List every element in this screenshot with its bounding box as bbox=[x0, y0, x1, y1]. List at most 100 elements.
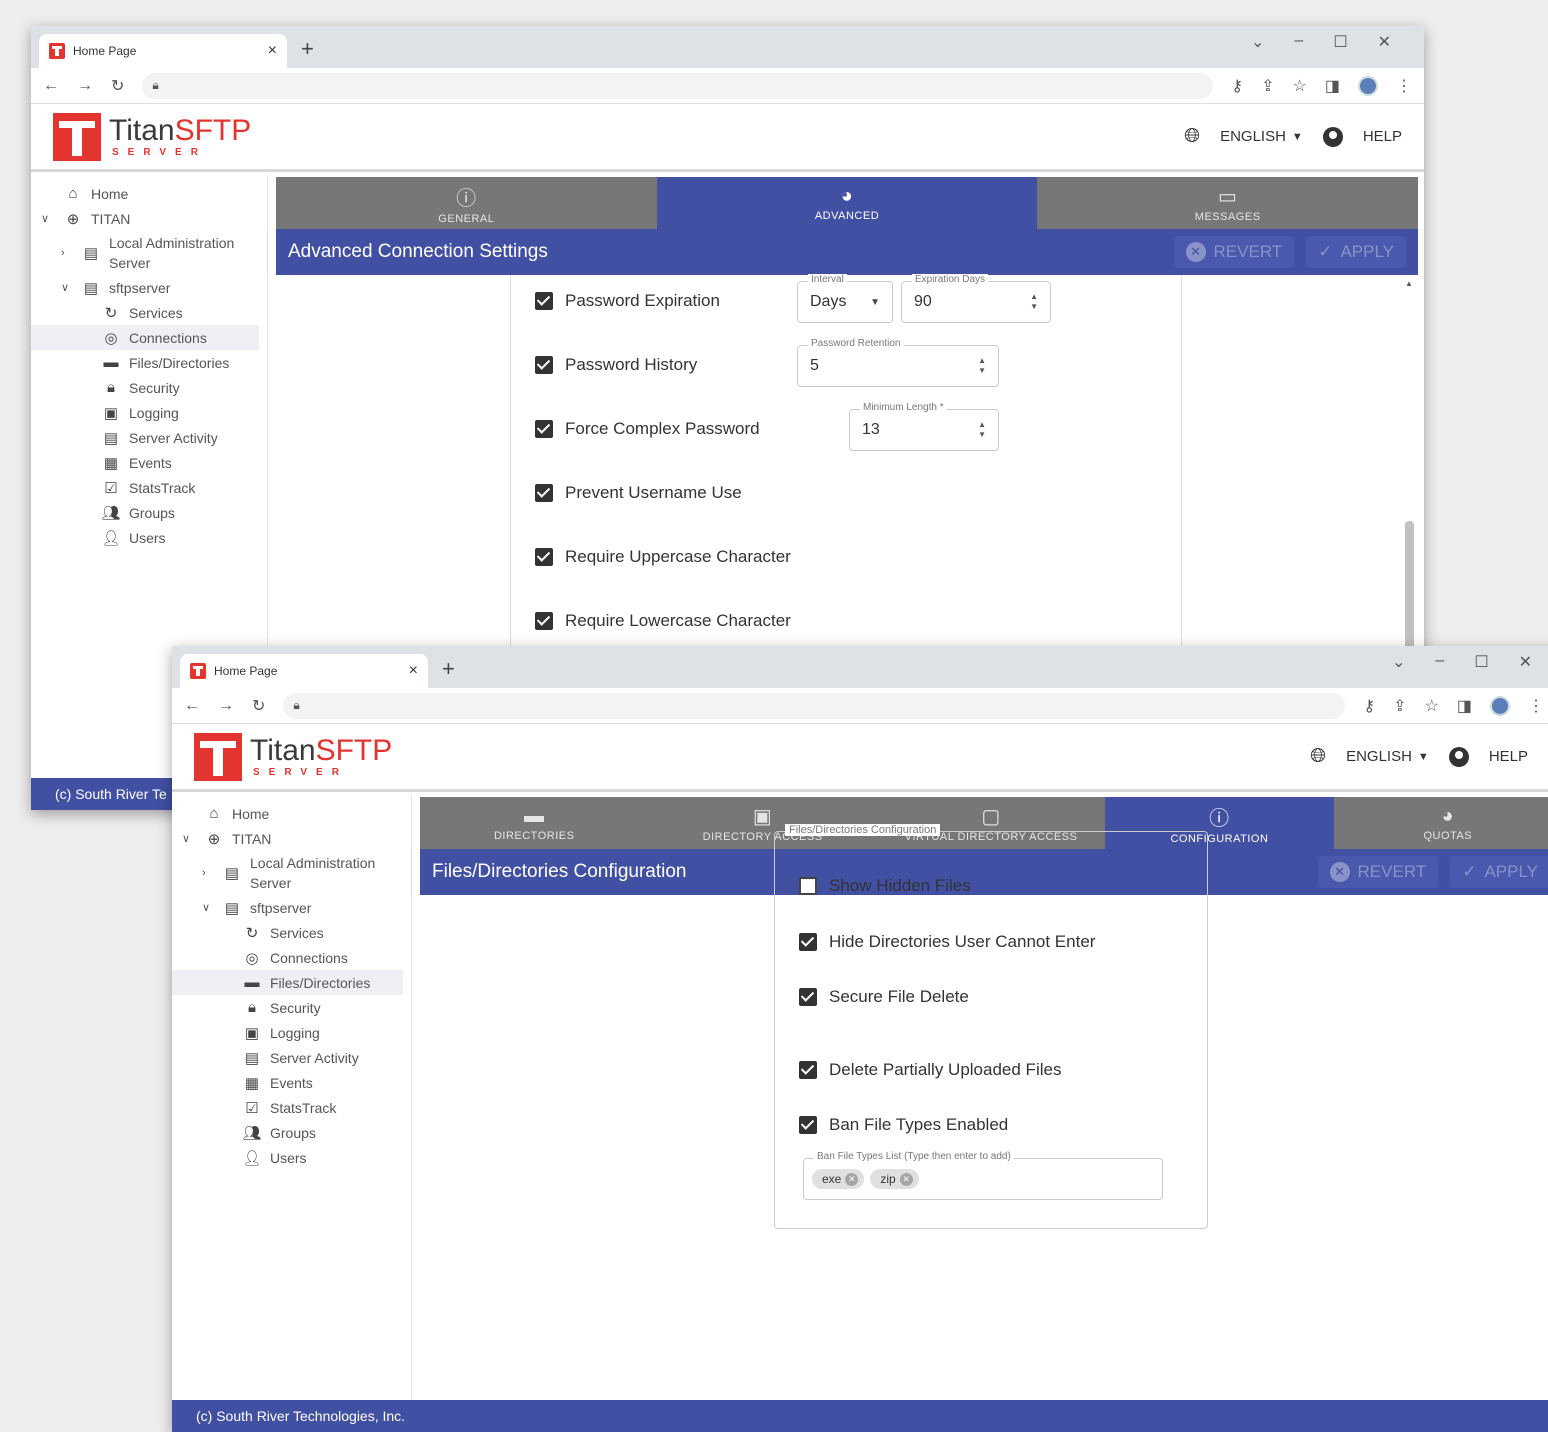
new-tab-icon[interactable]: + bbox=[301, 36, 314, 62]
nav-item-titan[interactable]: ∨ ⊕ TITAN bbox=[31, 206, 267, 231]
nav-item-connections[interactable]: ◎ Connections bbox=[172, 945, 411, 970]
nav-item-events[interactable]: ▦ Events bbox=[31, 450, 267, 475]
menu-icon[interactable]: ⋮ bbox=[1528, 696, 1544, 716]
sidepanel-icon[interactable]: ◨ bbox=[1457, 696, 1472, 716]
nav-item-home[interactable]: ⌂ Home bbox=[172, 801, 411, 826]
language-globe-icon[interactable]: 🌐︎ bbox=[1184, 125, 1200, 148]
ban-file-types-input[interactable]: Ban File Types List (Type then enter to … bbox=[803, 1151, 1163, 1200]
help-link[interactable]: HELP bbox=[1363, 128, 1402, 145]
nav-item-security[interactable]: 🔒︎ Security bbox=[172, 995, 411, 1020]
browser-tab[interactable]: Home Page × bbox=[180, 654, 428, 688]
close-window-icon[interactable]: ✕ bbox=[1519, 652, 1532, 672]
nav-item-security[interactable]: 🔒︎ Security bbox=[31, 375, 267, 400]
option-force-complex[interactable]: Force Complex Password bbox=[535, 419, 760, 439]
option-secure-file-delete[interactable]: Secure File Delete bbox=[799, 987, 969, 1007]
apply-button[interactable]: ✓ APPLY bbox=[1306, 236, 1406, 268]
tab-quotas[interactable]: ◕ QUOTAS bbox=[1333, 797, 1548, 849]
checkbox-unchecked[interactable] bbox=[799, 877, 817, 895]
checkbox-checked[interactable] bbox=[535, 548, 553, 566]
chevron-down-icon[interactable]: ⌄ bbox=[1251, 32, 1264, 52]
option-require-lowercase[interactable]: Require Lowercase Character bbox=[535, 611, 791, 631]
checkbox-checked[interactable] bbox=[535, 484, 553, 502]
sidepanel-icon[interactable]: ◨ bbox=[1325, 76, 1340, 96]
chevron-down-icon[interactable]: ⌄ bbox=[1392, 652, 1405, 672]
interval-select[interactable]: Interval Days ▼ bbox=[797, 274, 893, 323]
chevron-down-icon[interactable]: ∨ bbox=[182, 832, 190, 845]
checkbox-checked[interactable] bbox=[799, 988, 817, 1006]
star-icon[interactable]: ☆ bbox=[1425, 696, 1439, 716]
tab-general[interactable]: ⓘ GENERAL bbox=[276, 177, 657, 229]
option-password-history[interactable]: Password History bbox=[535, 355, 697, 375]
file-type-chip[interactable]: zip ✕ bbox=[870, 1169, 919, 1189]
nav-item-users[interactable]: 👤︎ Users bbox=[172, 1145, 411, 1170]
nav-item-logging[interactable]: ▣ Logging bbox=[172, 1020, 411, 1045]
nav-item-home[interactable]: ⌂ Home bbox=[31, 181, 267, 206]
star-icon[interactable]: ☆ bbox=[1293, 76, 1307, 96]
url-input[interactable]: 🔒︎ bbox=[283, 692, 1346, 719]
forward-icon[interactable]: → bbox=[77, 77, 93, 95]
close-tab-icon[interactable]: × bbox=[268, 42, 277, 60]
checkbox-checked[interactable] bbox=[535, 612, 553, 630]
chevron-right-icon[interactable]: › bbox=[202, 867, 206, 879]
share-icon[interactable]: ⇪ bbox=[1393, 696, 1406, 716]
account-icon[interactable] bbox=[1322, 126, 1343, 147]
nav-item-sftpserver[interactable]: ∨ ▤ sftpserver bbox=[31, 275, 267, 300]
language-selector[interactable]: ENGLISH bbox=[1346, 748, 1412, 765]
chevron-down-icon[interactable]: ▼ bbox=[1418, 751, 1429, 763]
close-window-icon[interactable]: ✕ bbox=[1378, 32, 1391, 52]
tab-messages[interactable]: ▭ MESSAGES bbox=[1037, 177, 1419, 229]
new-tab-icon[interactable]: + bbox=[442, 656, 455, 682]
tab-directories[interactable]: ▬ DIRECTORIES bbox=[420, 797, 649, 849]
stepper-icon[interactable]: ▲ ▼ bbox=[978, 420, 986, 440]
expiration-days-input[interactable]: Expiration Days 90 ▲ ▼ bbox=[901, 274, 1051, 323]
nav-item-logging[interactable]: ▣ Logging bbox=[31, 400, 267, 425]
maximize-icon[interactable]: ☐ bbox=[1333, 32, 1347, 52]
key-icon[interactable]: ⚷ bbox=[1231, 76, 1243, 96]
chevron-down-icon[interactable]: ∨ bbox=[202, 901, 210, 914]
url-input[interactable]: 🔒︎ bbox=[142, 72, 1214, 99]
chevron-down-icon[interactable]: ∨ bbox=[41, 212, 49, 225]
option-ban-file-types[interactable]: Ban File Types Enabled bbox=[799, 1115, 1008, 1135]
chevron-right-icon[interactable]: › bbox=[61, 247, 65, 259]
checkbox-checked[interactable] bbox=[535, 292, 553, 310]
profile-avatar[interactable] bbox=[1358, 75, 1378, 96]
close-tab-icon[interactable]: × bbox=[409, 662, 418, 680]
nav-item-statstrack[interactable]: ☑ StatsTrack bbox=[172, 1095, 411, 1120]
nav-item-local-admin[interactable]: › ▤ Local Administration Server bbox=[172, 851, 411, 895]
checkbox-checked[interactable] bbox=[799, 1116, 817, 1134]
option-delete-partial-uploads[interactable]: Delete Partially Uploaded Files bbox=[799, 1060, 1061, 1080]
option-require-uppercase[interactable]: Require Uppercase Character bbox=[535, 547, 791, 567]
profile-avatar[interactable] bbox=[1490, 695, 1510, 716]
checkbox-checked[interactable] bbox=[535, 356, 553, 374]
forward-icon[interactable]: → bbox=[218, 697, 234, 715]
language-selector[interactable]: ENGLISH bbox=[1220, 128, 1286, 145]
apply-button[interactable]: ✓ APPLY bbox=[1450, 856, 1548, 888]
nav-item-connections[interactable]: ◎ Connections bbox=[31, 325, 259, 350]
browser-tab[interactable]: Home Page × bbox=[39, 34, 287, 68]
nav-item-titan[interactable]: ∨ ⊕ TITAN bbox=[172, 826, 411, 851]
nav-item-events[interactable]: ▦ Events bbox=[172, 1070, 411, 1095]
account-icon[interactable] bbox=[1448, 746, 1469, 767]
minimize-icon[interactable]: – bbox=[1435, 652, 1444, 672]
nav-item-files[interactable]: ▬ Files/Directories bbox=[172, 970, 403, 995]
minimum-length-input[interactable]: Minimum Length * 13 ▲ ▼ bbox=[849, 402, 999, 451]
chevron-down-icon[interactable]: ▼ bbox=[1292, 131, 1303, 143]
stepper-icon[interactable]: ▲ ▼ bbox=[978, 356, 986, 376]
reload-icon[interactable]: ↻ bbox=[252, 696, 265, 716]
password-retention-input[interactable]: Password Retention 5 ▲ ▼ bbox=[797, 338, 999, 387]
nav-item-files[interactable]: ▬ Files/Directories bbox=[31, 350, 267, 375]
checkbox-checked[interactable] bbox=[799, 933, 817, 951]
key-icon[interactable]: ⚷ bbox=[1363, 696, 1375, 716]
nav-item-server-activity[interactable]: ▤ Server Activity bbox=[172, 1045, 411, 1070]
reload-icon[interactable]: ↻ bbox=[111, 76, 124, 96]
checkbox-checked[interactable] bbox=[535, 420, 553, 438]
tab-advanced[interactable]: ◕ ADVANCED bbox=[656, 177, 1038, 229]
scroll-up-icon[interactable]: ▲ bbox=[1405, 279, 1413, 288]
revert-button[interactable]: ✕ REVERT bbox=[1173, 236, 1295, 268]
chevron-down-icon[interactable]: ∨ bbox=[61, 281, 69, 294]
nav-item-local-admin[interactable]: › ▤ Local Administration Server bbox=[31, 231, 267, 275]
checkbox-checked[interactable] bbox=[799, 1061, 817, 1079]
maximize-icon[interactable]: ☐ bbox=[1474, 652, 1488, 672]
option-prevent-username[interactable]: Prevent Username Use bbox=[535, 483, 742, 503]
nav-item-statstrack[interactable]: ☑ StatsTrack bbox=[31, 475, 267, 500]
